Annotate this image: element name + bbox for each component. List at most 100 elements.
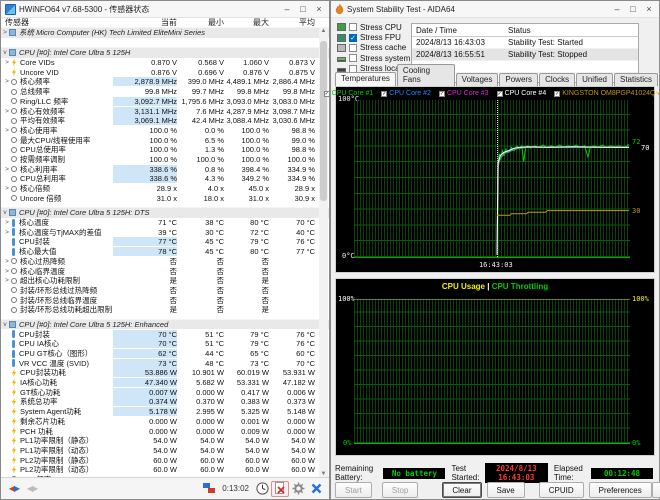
max-value: 53.331 W [224, 378, 269, 387]
minimize-icon[interactable]: – [279, 1, 295, 17]
checkbox[interactable] [349, 23, 357, 31]
graph-legend: ✓CPU Core #1✓CPU Core #2✓CPU Core #3✓CPU… [336, 90, 654, 97]
legend-checkbox[interactable]: ✓ [554, 91, 560, 97]
logging-stop-button[interactable] [271, 481, 289, 497]
current-value: 3,131.1 MHz [113, 107, 177, 116]
battery-label: Remaining Battery: [335, 464, 379, 482]
chip-icon [9, 321, 16, 328]
hwinfo-toolbar: ◀▶ ◀▶ 0:13:02 [1, 477, 329, 499]
series-end-label: 30 [632, 207, 640, 215]
current-value: 100.0 % [113, 136, 177, 145]
tab-cooling-fans[interactable]: Cooling Fans [397, 64, 455, 86]
y-axis-bottom-label: 0°C [342, 252, 355, 260]
test-started-label: Test Started: [451, 464, 480, 482]
legend-checkbox[interactable]: ✓ [497, 91, 503, 97]
current-value: 47.340 W [113, 378, 177, 387]
section-header-row[interactable]: >系统 Micro Computer (HK) Tech Limited Eli… [1, 27, 329, 38]
max-value: 72 °C [224, 228, 269, 237]
back-forward-disabled-button[interactable]: ◀▶ [23, 481, 41, 497]
scroll-up-icon[interactable]: ▲ [319, 27, 328, 36]
max-value: 73 °C [224, 359, 269, 368]
tab-powers[interactable]: Powers [499, 73, 538, 86]
current-value: 78 °C [113, 247, 177, 256]
checkbox[interactable] [349, 54, 357, 62]
min-value: 2.995 W [177, 407, 224, 416]
exit-x-icon[interactable] [307, 481, 325, 497]
stop-button[interactable]: Stop [382, 482, 418, 498]
remote-monitor-icon[interactable] [200, 481, 218, 497]
min-value: 18.0 x [177, 194, 224, 203]
settings-gear-icon[interactable] [289, 481, 307, 497]
memory-icon [337, 57, 346, 62]
tab-unified[interactable]: Unified [576, 73, 613, 86]
max-value: 80 °C [224, 247, 269, 256]
checkbox[interactable] [349, 44, 357, 52]
legend-checkbox[interactable]: ✓ [439, 91, 445, 97]
uptime-counter: 0:13:02 [222, 484, 249, 493]
avg-value: 334.9 % [269, 174, 315, 183]
usage-bottom-right-label: 0% [632, 439, 640, 447]
max-value: 0.009 W [224, 427, 269, 436]
sensor-row[interactable]: Uncore 倍频31.0 x18.0 x31.0 x30.9 x [1, 193, 329, 203]
clock-icon [11, 195, 17, 201]
start-button[interactable]: Start [335, 482, 372, 498]
avg-value: 70 °C [269, 359, 315, 368]
legend-item[interactable]: ✓CPU Core #2 [381, 90, 431, 97]
clock-button[interactable] [253, 481, 271, 497]
status-info-row: Remaining Battery: No battery Test Start… [335, 463, 659, 483]
tab-clocks[interactable]: Clocks [539, 73, 575, 86]
max-value: 60.0 W [224, 456, 269, 465]
button-row: StartStopClearSaveCPUIDPreferencesClose [335, 482, 653, 498]
max-value: 100.0 % [224, 145, 269, 154]
power-icon [11, 379, 17, 387]
preferences-button[interactable]: Preferences [589, 482, 652, 498]
clear-button[interactable]: Clear [442, 482, 481, 498]
close-icon[interactable]: × [311, 1, 327, 17]
cpuid-button[interactable]: CPUID [539, 482, 584, 498]
usage-bottom-left-label: 0% [343, 439, 351, 447]
temperature-plot-area [354, 100, 630, 258]
close-icon[interactable]: × [641, 1, 657, 17]
legend-item[interactable]: ✓CPU Core #4 [497, 90, 547, 97]
power-icon [11, 59, 17, 67]
scrollbar-thumb[interactable] [320, 41, 327, 201]
log-row[interactable]: 2024/8/13 16:43:03Stability Test: Starte… [412, 37, 638, 49]
aida64-window: System Stability Test - AIDA64 – □ × Str… [330, 0, 660, 500]
legend-checkbox[interactable]: ✓ [381, 91, 387, 97]
min-value: 0.8 % [177, 165, 224, 174]
temperature-icon [12, 219, 15, 227]
maximize-icon[interactable]: □ [295, 1, 311, 17]
log-row[interactable]: 2024/8/13 16:55:51Stability Test: Stoppe… [412, 49, 638, 61]
back-forward-button[interactable]: ◀▶ [5, 481, 23, 497]
fpu-icon [337, 34, 346, 42]
tab-voltages[interactable]: Voltages [456, 73, 499, 86]
sensor-row[interactable]: 封装/环形总线功耗超出限制是否是 [1, 305, 329, 315]
tab-statistics[interactable]: Statistics [614, 73, 658, 86]
current-value: 62 °C [113, 349, 177, 358]
legend-item[interactable]: ✓KINGSTON OM8PGP41024Q-A0 [554, 90, 660, 97]
minimize-icon[interactable]: – [609, 1, 625, 17]
avg-value: 3,098.7 MHz [269, 107, 315, 116]
tab-temperatures[interactable]: Temperatures [335, 72, 396, 86]
min-value: 54.0 W [177, 446, 224, 455]
section-header-row[interactable]: vCPU [#0]: Intel Core Ultra 5 125H [1, 47, 329, 58]
power-icon [11, 408, 17, 416]
clock-icon [11, 147, 17, 153]
save-button[interactable]: Save [487, 482, 525, 498]
close-button[interactable]: Close [652, 482, 660, 498]
aida-titlebar[interactable]: System Stability Test - AIDA64 – □ × [331, 1, 659, 18]
hwinfo-titlebar[interactable]: HWiNFO64 v7.68-5300 - 传感器状态 – □ × [1, 1, 329, 18]
avg-value: 70 °C [269, 218, 315, 227]
power-icon [11, 466, 17, 474]
maximize-icon[interactable]: □ [625, 1, 641, 17]
current-value: 77 °C [113, 237, 177, 246]
checkbox[interactable]: ✓ [349, 34, 357, 42]
chip-icon [9, 209, 16, 216]
current-value: 100.0 % [113, 126, 177, 135]
legend-checkbox[interactable]: ✓ [324, 91, 330, 97]
legend-item[interactable]: ✓CPU Core #3 [439, 90, 489, 97]
clock-icon [11, 307, 17, 313]
min-value: 60.0 W [177, 465, 224, 474]
sensor-row[interactable]: >Core VIDs0.870 V0.568 V1.060 V0.873 V [1, 58, 329, 68]
clock-icon [11, 186, 17, 192]
